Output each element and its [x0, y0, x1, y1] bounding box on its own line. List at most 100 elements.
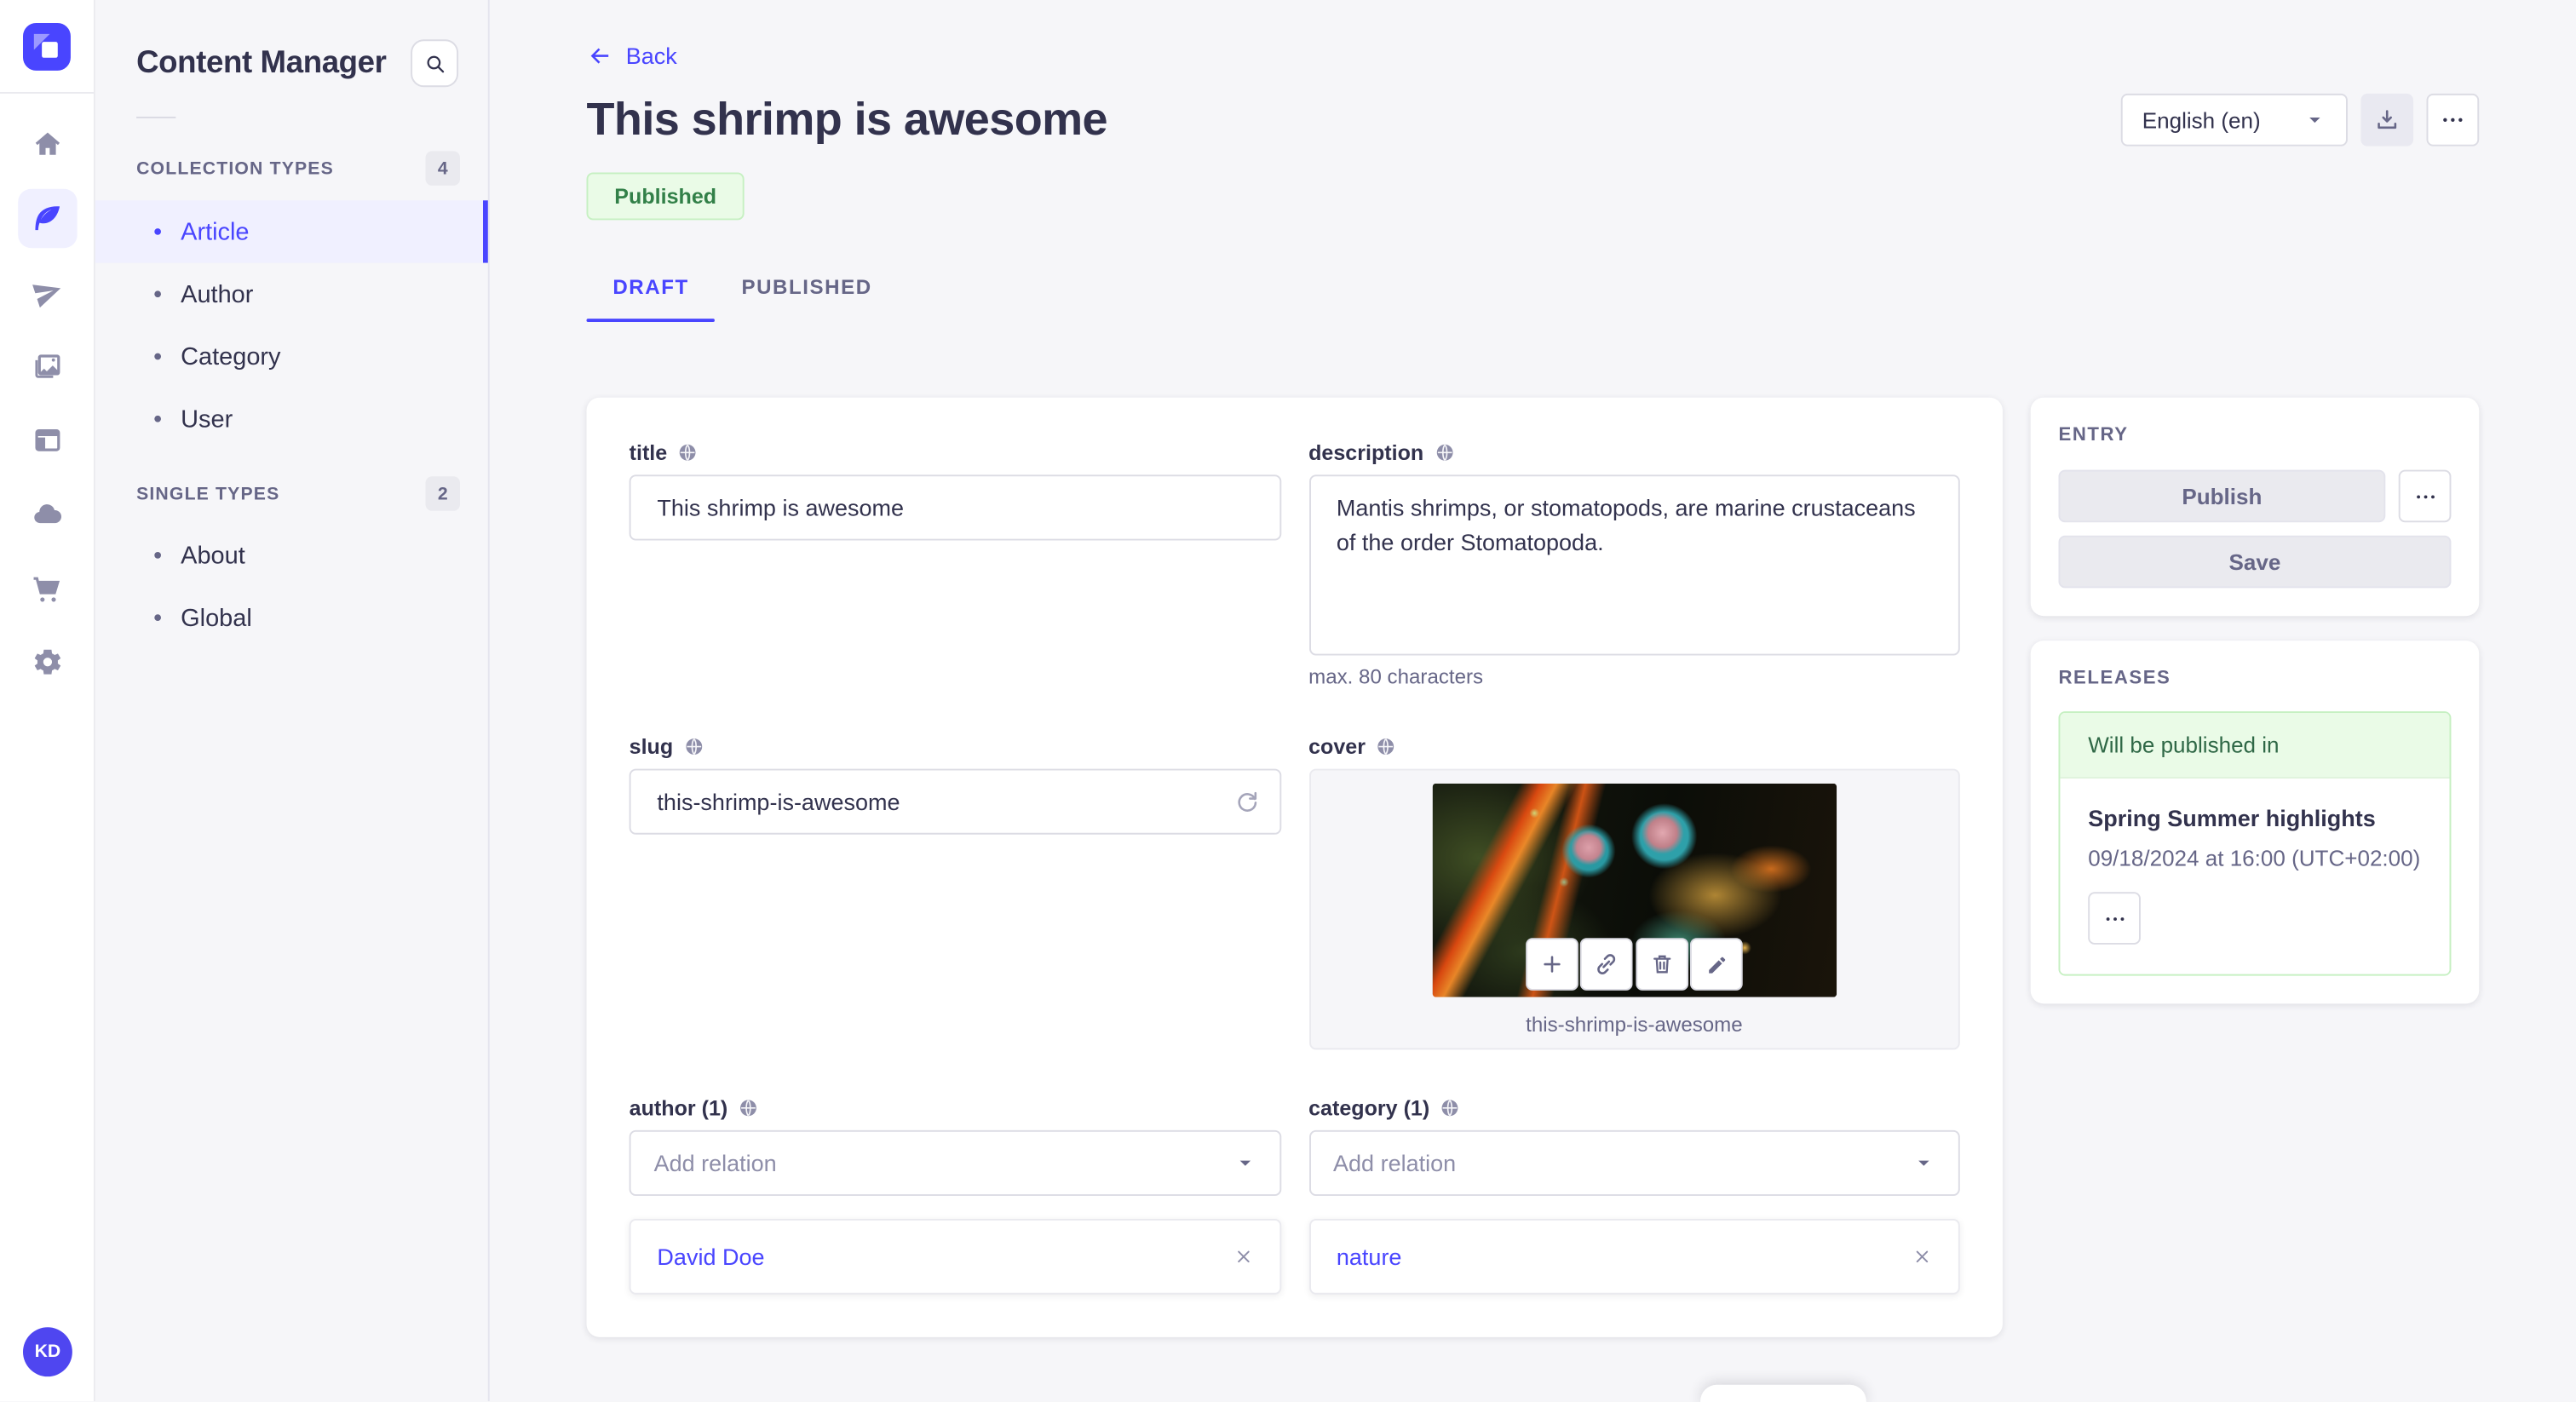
chevron-down-icon	[1912, 1152, 1935, 1175]
releases-panel-title: RELEASES	[2058, 668, 2171, 689]
remove-relation-icon[interactable]	[1912, 1247, 1932, 1267]
divider	[136, 116, 176, 118]
author-select-placeholder: Add relation	[653, 1149, 777, 1176]
bullet-icon	[154, 551, 161, 559]
author-relation-item[interactable]: David Doe	[629, 1218, 1281, 1295]
tab-draft[interactable]: DRAFT	[586, 276, 716, 322]
collection-types-header: COLLECTION TYPES 4	[136, 151, 460, 186]
strapi-logo[interactable]	[22, 22, 71, 70]
locale-select[interactable]: English (en)	[2120, 93, 2348, 147]
category-field-label: category (1)	[1308, 1095, 1430, 1121]
field-description: description Mantis shrimps, or stomatopo…	[1308, 440, 1960, 688]
logo-container	[0, 0, 94, 94]
i18n-globe-icon	[1440, 1097, 1461, 1118]
more-actions-button[interactable]	[2426, 93, 2480, 147]
more-horizontal-icon	[2102, 906, 2127, 931]
title-input-value: This shrimp is awesome	[657, 494, 905, 521]
sidebar-item-about[interactable]: About	[95, 524, 488, 586]
field-slug: slug this-shrimp-is-awesome	[629, 734, 1281, 1049]
i18n-globe-icon	[1376, 736, 1397, 757]
bullet-icon	[154, 228, 161, 235]
i18n-globe-icon	[738, 1097, 759, 1118]
title-input[interactable]: This shrimp is awesome	[629, 474, 1281, 541]
regenerate-slug-icon[interactable]	[1233, 789, 1259, 815]
collection-types-count: 4	[425, 151, 460, 186]
description-textarea[interactable]: Mantis shrimps, or stomatopods, are mari…	[1308, 474, 1960, 656]
marketplace-cart-icon[interactable]	[17, 559, 76, 618]
home-icon[interactable]	[17, 115, 76, 174]
author-field-label: author (1)	[629, 1095, 728, 1121]
entry-panel: ENTRY Publish Save	[2030, 397, 2480, 617]
trash-icon	[1648, 951, 1675, 978]
cover-caption: this-shrimp-is-awesome	[1526, 1013, 1743, 1037]
content-manager-sidebar: Content Manager COLLECTION TYPES 4 Artic…	[95, 0, 490, 1402]
relation-link[interactable]: nature	[1337, 1244, 1402, 1270]
category-relation-select[interactable]: Add relation	[1308, 1129, 1960, 1196]
sidebar-item-category[interactable]: Category	[95, 325, 488, 388]
cover-media-box: this-shrimp-is-awesome	[1308, 768, 1960, 1050]
more-horizontal-icon	[2440, 106, 2466, 133]
field-title: title This shrimp is awesome	[629, 440, 1281, 688]
sidebar-item-label: User	[181, 405, 233, 434]
tab-published[interactable]: PUBLISHED	[716, 276, 899, 322]
sidebar-item-label: Author	[181, 279, 254, 308]
slug-field-label: slug	[629, 734, 674, 759]
more-horizontal-icon	[2412, 484, 2437, 509]
sidebar-item-article[interactable]: Article	[95, 200, 488, 263]
relation-link[interactable]: David Doe	[657, 1244, 764, 1270]
sidebar-item-user[interactable]: User	[95, 388, 488, 450]
right-panel-column: ENTRY Publish Save RELEASES Will be publ…	[2030, 397, 2480, 1004]
remove-relation-icon[interactable]	[1233, 1247, 1252, 1267]
delete-media-button[interactable]	[1635, 938, 1688, 991]
publish-button[interactable]: Publish	[2058, 469, 2386, 523]
single-types-label: SINGLE TYPES	[136, 483, 280, 504]
releases-panel: RELEASES Will be published in Spring Sum…	[2030, 641, 2480, 1004]
description-hint: max. 80 characters	[1308, 665, 1484, 689]
avatar[interactable]: KD	[22, 1328, 72, 1377]
pencil-icon	[1705, 952, 1729, 977]
locale-value: English (en)	[2142, 107, 2261, 133]
entry-panel-title: ENTRY	[2058, 425, 2129, 445]
chevron-down-icon	[1233, 1152, 1256, 1175]
author-relation-select[interactable]: Add relation	[629, 1129, 1281, 1196]
sidebar-item-label: Category	[181, 342, 281, 371]
edit-media-button[interactable]	[1690, 938, 1744, 991]
content-type-builder-icon[interactable]	[17, 411, 76, 469]
category-select-placeholder: Add relation	[1333, 1149, 1457, 1176]
sidebar-title: Content Manager	[136, 45, 387, 80]
slug-input-value: this-shrimp-is-awesome	[657, 788, 900, 815]
app-window: KD Content Manager COLLECTION TYPES 4 Ar…	[0, 0, 2576, 1402]
content-manager-feather-icon[interactable]	[17, 188, 77, 249]
sidebar-item-author[interactable]: Author	[95, 263, 488, 325]
entry-form-card: title This shrimp is awesome description…	[586, 397, 2003, 1337]
sidebar-item-global[interactable]: Global	[95, 586, 488, 648]
add-media-button[interactable]	[1525, 938, 1578, 991]
field-author: author (1) Add relation David Doe	[629, 1095, 1281, 1295]
main-navigation: KD	[0, 0, 95, 1402]
chevron-down-icon	[2303, 108, 2326, 131]
i18n-globe-icon	[1434, 442, 1455, 463]
send-icon[interactable]	[17, 263, 76, 322]
category-relation-item[interactable]: nature	[1308, 1218, 1960, 1295]
description-value: Mantis shrimps, or stomatopods, are mari…	[1336, 494, 1916, 555]
search-button[interactable]	[411, 39, 459, 88]
media-library-icon[interactable]	[17, 336, 76, 395]
cover-image-mantis-shrimp	[1432, 783, 1837, 997]
floating-widget-partial[interactable]	[1700, 1384, 1866, 1402]
release-more-button[interactable]	[2088, 892, 2141, 945]
cloud-icon[interactable]	[17, 485, 76, 543]
title-field-label: title	[629, 440, 668, 465]
field-category: category (1) Add relation nature	[1308, 1095, 1960, 1295]
copy-link-button[interactable]	[1580, 938, 1633, 991]
main-content: Back This shrimp is awesome English (en)	[490, 0, 2576, 1402]
settings-gear-icon[interactable]	[17, 632, 76, 691]
entry-more-button[interactable]	[2398, 469, 2452, 523]
sidebar-item-label: Article	[181, 217, 250, 246]
back-link[interactable]: Back	[586, 43, 677, 69]
release-name[interactable]: Spring Summer highlights	[2088, 805, 2421, 831]
slug-input[interactable]: this-shrimp-is-awesome	[629, 768, 1281, 835]
bullet-icon	[154, 353, 161, 360]
save-button[interactable]: Save	[2058, 535, 2452, 589]
download-button[interactable]	[2360, 93, 2414, 147]
collection-types-label: COLLECTION TYPES	[136, 158, 334, 179]
